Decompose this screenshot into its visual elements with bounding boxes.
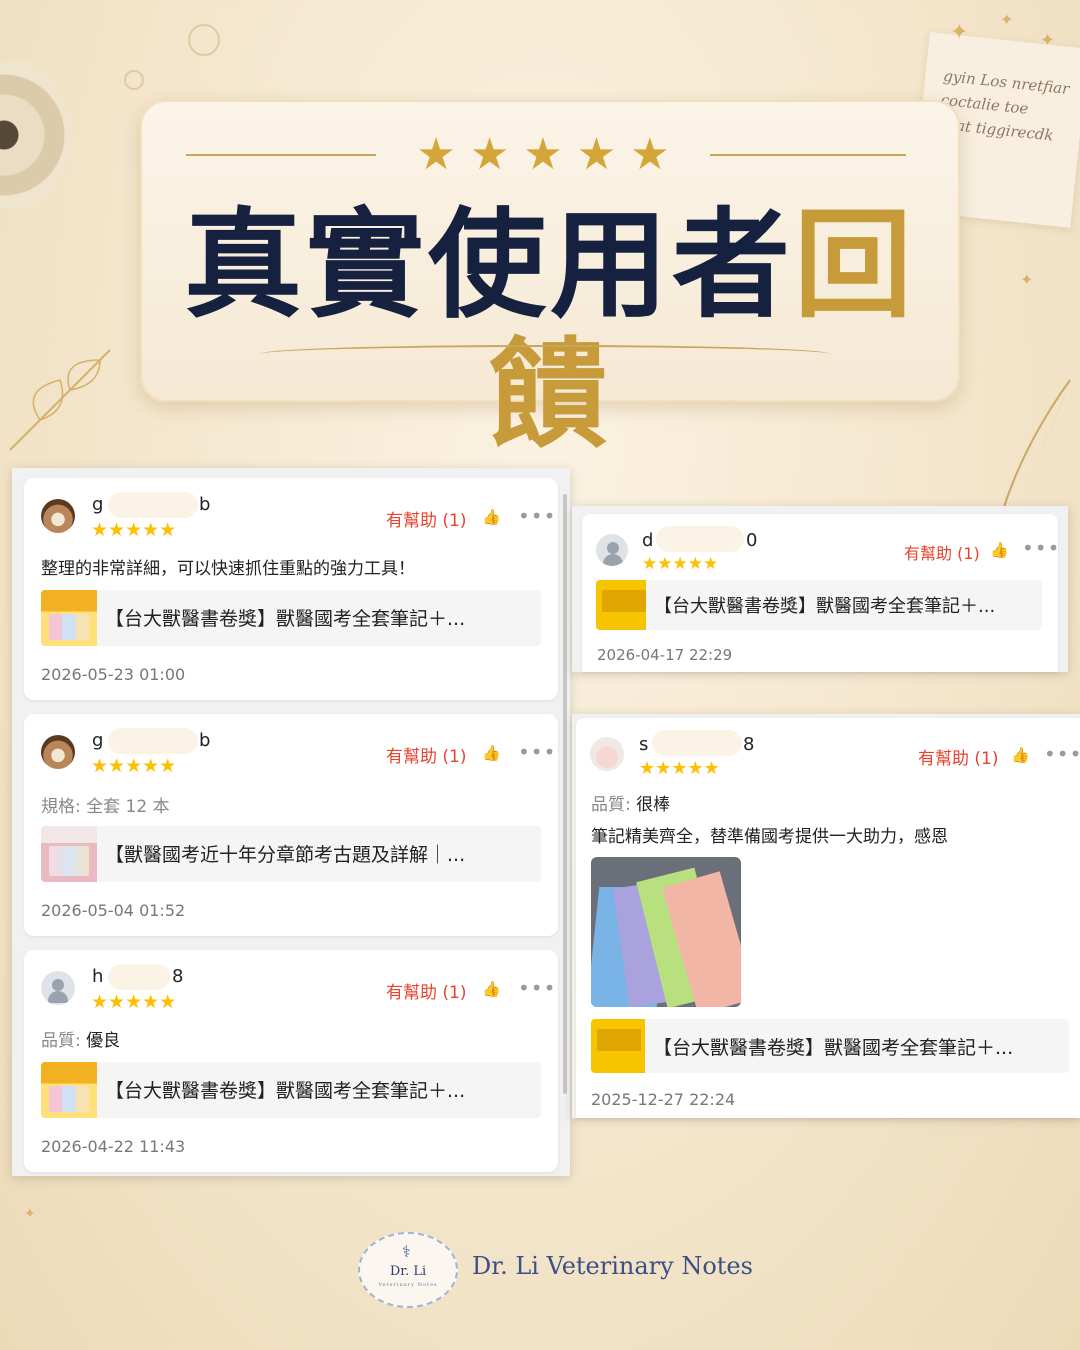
sparkle-icon: ✦ [950,20,969,45]
review-card: s 8 ★★★★★ 有幫助 (1) 👍 ••• 品質: 很棒 筆記精美齊全，替準… [576,718,1080,1118]
rating-stars-icon: ★★★★★ [416,129,684,180]
sparkle-icon: ✦ [1040,30,1056,51]
ring-decoration [188,24,220,56]
product-title: 【台大獸醫書卷獎】獸醫國考全套筆記＋... [653,1037,1014,1059]
username-last: 8 [743,734,755,755]
username-mask [652,730,742,756]
product-thumbnail [41,826,97,882]
thumbs-up-icon[interactable]: 👍 [990,542,1009,558]
username-mask [108,964,170,990]
spec-value: 優良 [86,1031,121,1051]
review-date: 2026-05-23 01:00 [41,665,186,684]
more-options-icon[interactable]: ••• [518,506,556,526]
username-mask [108,728,198,754]
username-last: 0 [746,530,758,551]
username-last: b [199,494,211,515]
helpful-button[interactable]: 有幫助 (1) [918,744,998,769]
thumbs-up-icon[interactable]: 👍 [482,745,501,761]
leaf-decoration [9,349,111,451]
product-thumbnail [41,1062,97,1118]
review-date: 2026-04-17 22:29 [597,646,733,664]
tape-roll-decoration [0,60,70,210]
review-date: 2026-05-04 01:52 [41,901,186,920]
spec-line: 規格: 全套 12 本 [41,792,170,817]
title-part-navy: 真實使用者 [183,196,794,334]
rating-stars: ★★★★★ [91,991,177,1013]
user-avatar[interactable] [41,735,75,769]
product-link[interactable]: 【台大獸醫書卷獎】獸醫國考全套筆記＋... [41,590,541,646]
caduceus-icon: ⚕ [402,1242,411,1261]
more-options-icon[interactable]: ••• [518,978,556,998]
product-link[interactable]: 【獸醫國考近十年分章節考古題及詳解｜... [41,826,541,882]
username-last: 8 [172,966,184,987]
username-mask [108,492,198,518]
spec-value: 很棒 [636,795,671,815]
helpful-button[interactable]: 有幫助 (1) [386,978,466,1003]
review-photo[interactable] [591,857,741,1007]
product-title: 【台大獸醫書卷獎】獸醫國考全套筆記＋... [105,1080,466,1102]
product-link[interactable]: 【台大獸醫書卷獎】獸醫國考全套筆記＋... [596,580,1042,630]
review-text: 筆記精美齊全，替準備國考提供一大助力，感恩 [591,827,948,847]
user-avatar[interactable] [41,499,75,533]
review-text: 整理的非常詳細，可以快速抓住重點的強力工具！ [41,559,415,579]
review-card: g b ★★★★★ 有幫助 (1) 👍 ••• 整理的非常詳細，可以快速抓住重點… [24,478,558,700]
brand-name: Dr. Li Veterinary Notes [472,1252,753,1280]
username-first: h [92,966,104,987]
logo-text: Dr. Li [389,1264,427,1279]
username-last: b [199,730,211,751]
helpful-button[interactable]: 有幫助 (1) [904,540,980,564]
thumbs-up-icon[interactable]: 👍 [482,509,501,525]
brand-logo: ⚕ Dr. Li Veterinary Notes [358,1232,458,1308]
rating-stars: ★★★★★ [91,755,177,777]
spec-line: 品質: 很棒 [591,790,670,815]
thumbs-up-icon[interactable]: 👍 [482,981,501,997]
helpful-button[interactable]: 有幫助 (1) [386,506,466,531]
username-mask [656,526,744,552]
user-avatar[interactable] [596,534,628,566]
user-avatar[interactable] [41,971,75,1005]
review-card: g b ★★★★★ 有幫助 (1) 👍 ••• 規格: 全套 12 本 【獸醫國… [24,714,558,936]
page-title: 真實使用者回饋 [140,200,960,460]
review-card: h 8 ★★★★★ 有幫助 (1) 👍 ••• 品質: 優良 【台大獸醫書卷獎】… [24,950,558,1172]
rating-stars: ★★★★★ [639,758,720,779]
title-underline-swoosh [260,345,830,363]
more-options-icon[interactable]: ••• [1044,744,1080,764]
ring-decoration [124,70,144,90]
username-first: d [642,530,654,551]
review-date: 2025-12-27 22:24 [591,1090,736,1109]
product-thumbnail [596,580,646,630]
footer: ⚕ Dr. Li Veterinary Notes Dr. Li Veterin… [0,1228,1080,1308]
scrollbar[interactable] [563,494,567,1094]
user-avatar[interactable] [590,737,624,771]
spec-label: 品質: [591,795,631,815]
spec-label: 品質: [41,1031,81,1051]
product-thumbnail [591,1019,645,1073]
helpful-button[interactable]: 有幫助 (1) [386,742,466,767]
sparkle-icon: ✦ [1000,10,1014,29]
sparkle-icon: ✦ [1020,270,1034,289]
product-title: 【台大獸醫書卷獎】獸醫國考全套筆記＋... [105,608,466,630]
product-title: 【台大獸醫書卷獎】獸醫國考全套筆記＋... [654,596,996,617]
username-first: g [92,730,104,751]
username-first: s [639,734,649,755]
product-thumbnail [41,590,97,646]
more-options-icon[interactable]: ••• [518,742,556,762]
sparkle-icon: ✦ [24,1206,36,1222]
thumbs-up-icon[interactable]: 👍 [1011,747,1030,763]
spec-value: 全套 12 本 [86,797,170,817]
spec-label: 規格: [41,797,81,817]
review-date: 2026-04-22 11:43 [41,1137,186,1156]
review-card: d 0 ★★★★★ 有幫助 (1) 👍 ••• 【台大獸醫書卷獎】獸醫國考全套筆… [582,514,1060,672]
rating-stars: ★★★★★ [642,554,719,574]
product-link[interactable]: 【台大獸醫書卷獎】獸醫國考全套筆記＋... [591,1019,1069,1073]
username-first: g [92,494,104,515]
product-link[interactable]: 【台大獸醫書卷獎】獸醫國考全套筆記＋... [41,1062,541,1118]
spec-line: 品質: 優良 [41,1026,120,1051]
more-options-icon[interactable]: ••• [1022,538,1060,558]
logo-subtext: Veterinary Notes [378,1282,438,1288]
product-title: 【獸醫國考近十年分章節考古題及詳解｜... [105,844,466,866]
rating-stars: ★★★★★ [91,519,177,541]
